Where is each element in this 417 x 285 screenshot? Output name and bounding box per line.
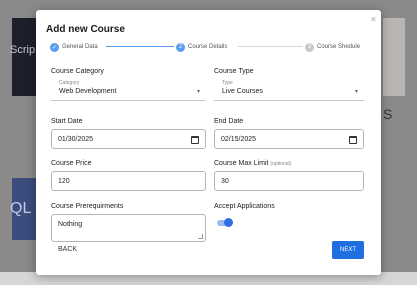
course-type-value: Live Courses (222, 88, 263, 95)
step-label-course-details: Course Details (188, 44, 228, 50)
chevron-down-icon: ▾ (196, 89, 200, 95)
step-number-3: 3 (305, 42, 314, 52)
check-icon: ✓ (50, 42, 59, 52)
course-prerequisites-label: Course Prerequirments (51, 203, 124, 210)
start-date-input[interactable]: 01/30/2025 (51, 129, 206, 149)
course-max-limit-label: Course Max Limit (optional) (214, 160, 291, 167)
calendar-icon[interactable] (191, 136, 199, 144)
step-general-data[interactable]: ✓ General Data (50, 41, 98, 53)
chevron-down-icon: ▾ (354, 89, 358, 95)
course-stepper: ✓ General Data 2 Course Details 3 Course… (48, 41, 374, 55)
start-date-value: 01/30/2025 (58, 136, 94, 143)
calendar-icon[interactable] (349, 136, 357, 144)
course-type-select[interactable]: Type Live Courses ▾ (214, 79, 364, 101)
course-price-input[interactable]: 120 (51, 171, 206, 191)
course-max-limit-label-text: Course Max Limit (214, 160, 269, 167)
end-date-label: End Date (214, 118, 244, 125)
accept-applications-toggle[interactable] (217, 218, 233, 227)
background-text-lower: QL (10, 200, 32, 217)
end-date-value: 02/15/2025 (221, 136, 257, 143)
course-prerequisites-value: Nothing (58, 221, 83, 228)
accept-applications-label: Accept Applications (214, 203, 275, 210)
step-connector-2 (238, 46, 303, 47)
close-icon[interactable]: × (371, 14, 376, 24)
course-max-limit-input[interactable]: 30 (214, 171, 364, 191)
category-mini-label: Category (59, 80, 80, 86)
course-price-label: Course Price (51, 160, 92, 167)
end-date-input[interactable]: 02/15/2025 (214, 129, 364, 149)
background-text-right: S (383, 106, 393, 122)
step-course-shedule[interactable]: 3 Course Shedule (305, 41, 360, 53)
step-connector-1 (106, 46, 174, 47)
type-mini-label: Type (222, 80, 233, 86)
course-prerequisites-textarea[interactable]: Nothing (51, 214, 206, 242)
start-date-label: Start Date (51, 118, 83, 125)
course-category-select[interactable]: Category Web Development ▾ (51, 79, 206, 101)
background-card-right (383, 18, 405, 96)
course-category-value: Web Development (59, 88, 117, 95)
course-category-label: Course Category (51, 68, 104, 75)
next-button[interactable]: NEXT (332, 241, 364, 259)
step-number-2: 2 (176, 42, 185, 52)
step-course-details[interactable]: 2 Course Details (176, 41, 227, 53)
course-max-limit-value: 30 (221, 178, 229, 185)
resize-handle-icon[interactable] (198, 234, 203, 239)
optional-tag: (optional) (270, 161, 292, 167)
modal-title: Add new Course (46, 24, 125, 35)
course-price-value: 120 (58, 178, 70, 185)
background-text-left: Scrip (10, 44, 36, 56)
step-label-general-data: General Data (62, 44, 98, 50)
step-label-course-shedule: Course Shedule (317, 44, 361, 50)
course-type-label: Course Type (214, 68, 254, 75)
add-course-modal: × Add new Course ✓ General Data 2 Course… (36, 10, 381, 275)
toggle-knob (224, 218, 233, 227)
back-button[interactable]: BACK (58, 246, 77, 253)
